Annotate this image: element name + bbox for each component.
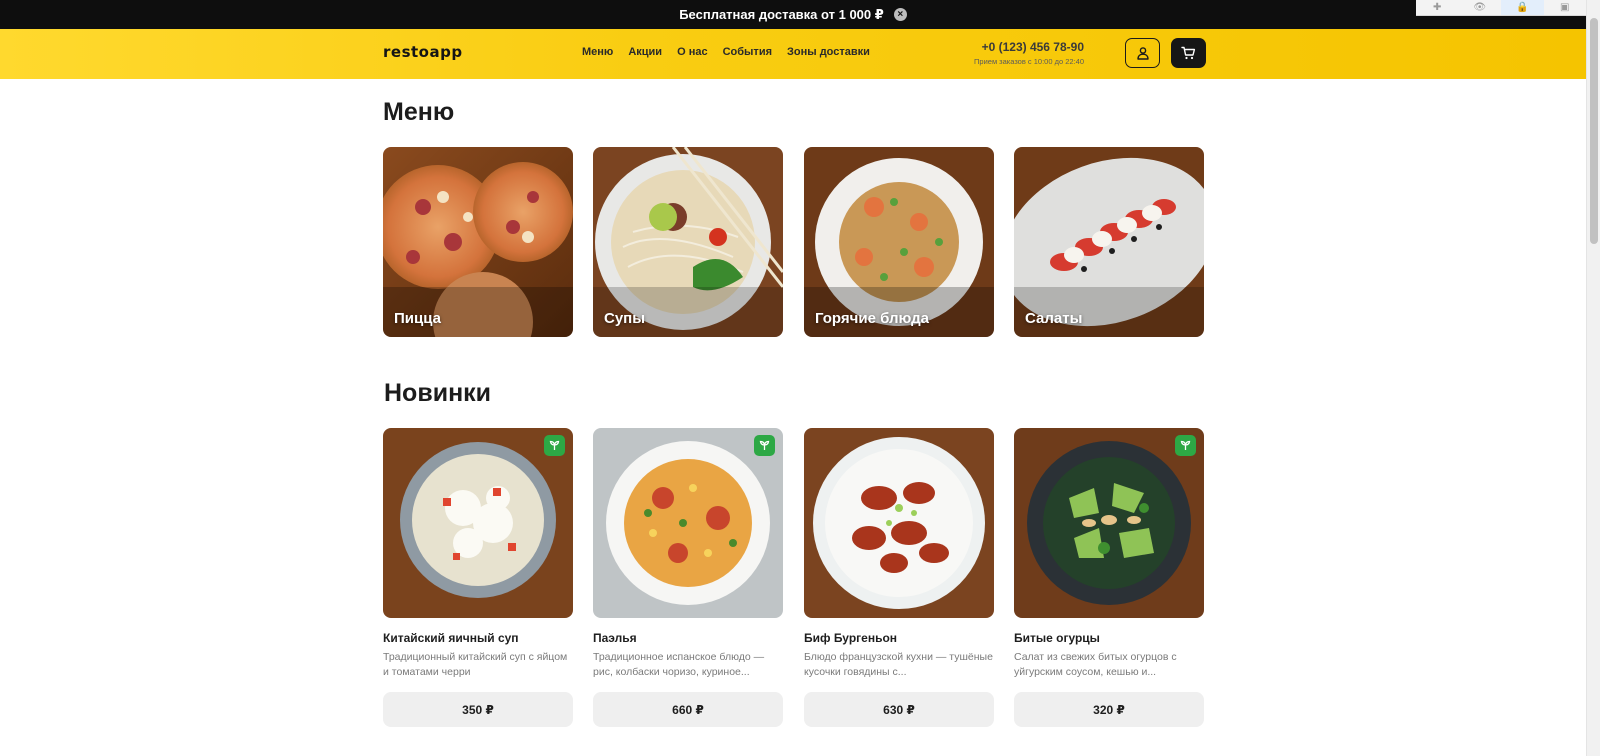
vegetarian-badge bbox=[754, 435, 775, 456]
browser-extension-toolbar: ✚ 👁 🔒 ▣ bbox=[1416, 0, 1586, 16]
close-icon[interactable]: × bbox=[893, 8, 907, 21]
cart-button[interactable] bbox=[1171, 38, 1206, 68]
category-label: Пицца bbox=[394, 310, 441, 327]
cart-icon bbox=[1181, 46, 1196, 60]
product-image-link[interactable] bbox=[593, 428, 783, 618]
account-button[interactable] bbox=[1125, 38, 1160, 68]
soup-image bbox=[593, 147, 783, 337]
hot-dish-image bbox=[804, 147, 994, 337]
nav-delivery-zones[interactable]: Зоны доставки bbox=[787, 46, 870, 58]
product-card: Биф Бургеньон Блюдо французской кухни — … bbox=[804, 428, 994, 727]
promo-bar: Бесплатная доставка от 1 000 ₽ × bbox=[0, 0, 1586, 29]
product-card: Битые огурцы Салат из свежих битых огурц… bbox=[1014, 428, 1204, 727]
leaf-icon bbox=[549, 440, 560, 450]
product-description: Блюдо французской кухни — тушёные кусочк… bbox=[804, 651, 993, 678]
nav-menu[interactable]: Меню bbox=[582, 46, 613, 58]
salad-image bbox=[1014, 147, 1204, 337]
leaf-icon bbox=[759, 440, 770, 450]
price-button[interactable]: 660 ₽ bbox=[593, 692, 783, 727]
order-hours: Прием заказов с 10:00 до 22:40 bbox=[974, 57, 1084, 66]
scrollbar-thumb[interactable] bbox=[1590, 18, 1598, 244]
product-card: Китайский яичный суп Традиционный китайс… bbox=[383, 428, 573, 727]
leaf-icon bbox=[1180, 440, 1191, 450]
page-scrollbar[interactable] bbox=[1586, 0, 1600, 756]
site-header: restoapp Меню Акции О нас События Зоны д… bbox=[0, 29, 1586, 79]
nav-events[interactable]: События bbox=[723, 46, 772, 58]
category-label: Супы bbox=[604, 310, 646, 327]
product-card: Паэлья Традиционное испанское блюдо — ри… bbox=[593, 428, 783, 727]
egg-soup-image bbox=[383, 428, 573, 618]
product-description: Традиционное испанское блюдо — рис, колб… bbox=[593, 651, 765, 678]
phone-number[interactable]: +0 (123) 456 78-90 bbox=[974, 40, 1084, 54]
product-description: Традиционный китайский суп с яйцом и том… bbox=[383, 651, 568, 678]
smashed-cucumbers-image bbox=[1014, 428, 1204, 618]
pizza-image bbox=[383, 147, 573, 337]
category-card-pizza[interactable]: Пицца bbox=[383, 147, 573, 337]
main-nav: Меню Акции О нас События Зоны доставки bbox=[582, 46, 885, 58]
price-button[interactable]: 320 ₽ bbox=[1014, 692, 1204, 727]
menu-section-title: Меню bbox=[383, 98, 455, 126]
nav-promotions[interactable]: Акции bbox=[628, 46, 662, 58]
vegetarian-badge bbox=[544, 435, 565, 456]
eye-icon[interactable]: 👁 bbox=[1459, 0, 1502, 15]
category-card-soups[interactable]: Супы bbox=[593, 147, 783, 337]
paella-image bbox=[593, 428, 783, 618]
promo-text: Бесплатная доставка от 1 000 ₽ bbox=[679, 6, 884, 22]
contact-block: +0 (123) 456 78-90 Прием заказов с 10:00… bbox=[974, 40, 1084, 66]
nav-about[interactable]: О нас bbox=[677, 46, 708, 58]
category-label: Горячие блюда bbox=[815, 310, 929, 327]
category-card-salads[interactable]: Салаты bbox=[1014, 147, 1204, 337]
vegetarian-badge bbox=[1175, 435, 1196, 456]
category-label: Салаты bbox=[1025, 310, 1083, 327]
product-image-link[interactable] bbox=[383, 428, 573, 618]
lock-icon[interactable]: 🔒 bbox=[1501, 0, 1544, 15]
product-image-link[interactable] bbox=[804, 428, 994, 618]
product-name[interactable]: Паэлья bbox=[593, 631, 783, 645]
logo[interactable]: restoapp bbox=[383, 43, 463, 61]
plus-icon[interactable]: ✚ bbox=[1416, 0, 1459, 15]
product-image-link[interactable] bbox=[1014, 428, 1204, 618]
price-button[interactable]: 630 ₽ bbox=[804, 692, 994, 727]
product-name[interactable]: Биф Бургеньон bbox=[804, 631, 994, 645]
panel-icon[interactable]: ▣ bbox=[1544, 0, 1587, 15]
product-name[interactable]: Битые огурцы bbox=[1014, 631, 1204, 645]
beef-bourguignon-image bbox=[804, 428, 994, 618]
new-items-section-title: Новинки bbox=[384, 379, 492, 407]
product-description: Салат из свежих битых огурцов с уйгурски… bbox=[1014, 651, 1177, 678]
category-card-hot-dishes[interactable]: Горячие блюда bbox=[804, 147, 994, 337]
product-name[interactable]: Китайский яичный суп bbox=[383, 631, 573, 645]
user-icon bbox=[1136, 47, 1149, 60]
price-button[interactable]: 350 ₽ bbox=[383, 692, 573, 727]
